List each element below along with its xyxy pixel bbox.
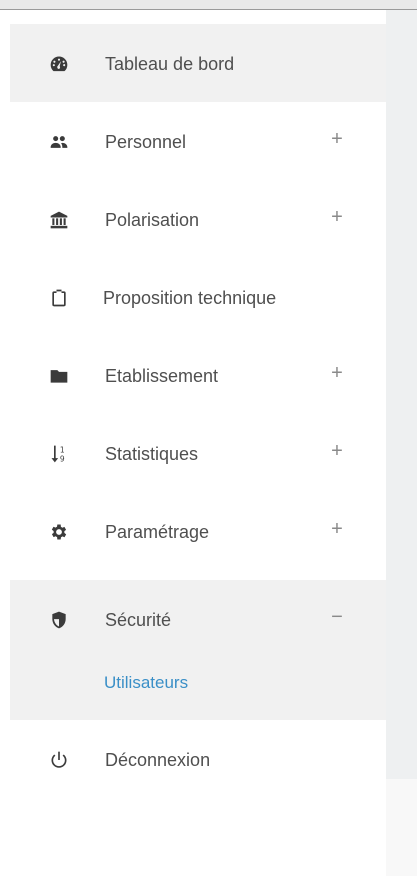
- sort-numeric-icon: 19: [48, 443, 70, 465]
- expand-toggle[interactable]: +: [330, 440, 344, 463]
- sidebar-item-polarisation[interactable]: Polarisation +: [10, 180, 386, 258]
- users-icon: [48, 131, 70, 153]
- expand-toggle[interactable]: +: [330, 362, 344, 385]
- sidebar-item-personnel[interactable]: Personnel +: [10, 102, 386, 180]
- sidebar-item-label: Tableau de bord: [105, 54, 235, 74]
- sidebar-item-securite[interactable]: Sécurité −: [10, 580, 386, 658]
- content-area: [386, 10, 417, 779]
- sidebar-item-label: Polarisation: [105, 210, 200, 230]
- expand-toggle[interactable]: +: [330, 128, 344, 151]
- svg-text:1: 1: [60, 445, 65, 454]
- sidebar-item-label: Statistiques: [105, 444, 199, 464]
- sidebar-item-label: Paramétrage: [105, 522, 210, 542]
- collapse-toggle[interactable]: −: [330, 606, 344, 629]
- sidebar-item-label: Etablissement: [105, 366, 219, 386]
- sidebar: Tableau de bord Personnel + Polarisation…: [10, 24, 386, 876]
- sidebar-item-etablissement[interactable]: Etablissement +: [10, 336, 386, 414]
- bank-icon: [48, 209, 70, 231]
- sidebar-item-parametrage[interactable]: Paramétrage +: [10, 492, 386, 570]
- svg-text:9: 9: [60, 455, 65, 464]
- content-area-footer: [386, 779, 417, 876]
- folder-icon: [48, 365, 70, 387]
- shield-icon: [48, 609, 70, 631]
- sidebar-item-deconnexion[interactable]: Déconnexion: [10, 720, 386, 798]
- clipboard-icon: [48, 287, 70, 309]
- submenu-item-label[interactable]: Utilisateurs: [104, 673, 188, 693]
- sidebar-item-label: Proposition technique: [103, 288, 277, 308]
- submenu-item-utilisateurs[interactable]: Utilisateurs: [10, 658, 386, 720]
- sidebar-item-proposition-technique[interactable]: Proposition technique: [10, 258, 386, 336]
- gear-icon: [48, 521, 70, 543]
- sidebar-item-label: Sécurité: [105, 610, 172, 630]
- expand-toggle[interactable]: +: [330, 518, 344, 541]
- top-bar: [0, 0, 417, 10]
- power-icon: [48, 749, 70, 771]
- sidebar-item-label: Déconnexion: [105, 750, 211, 770]
- sidebar-item-statistiques[interactable]: 19 Statistiques +: [10, 414, 386, 492]
- security-section: Sécurité − Utilisateurs: [10, 580, 386, 720]
- sidebar-item-dashboard[interactable]: Tableau de bord: [10, 24, 386, 102]
- dashboard-icon: [48, 53, 70, 75]
- expand-toggle[interactable]: +: [330, 206, 344, 229]
- sidebar-item-label: Personnel: [105, 132, 187, 152]
